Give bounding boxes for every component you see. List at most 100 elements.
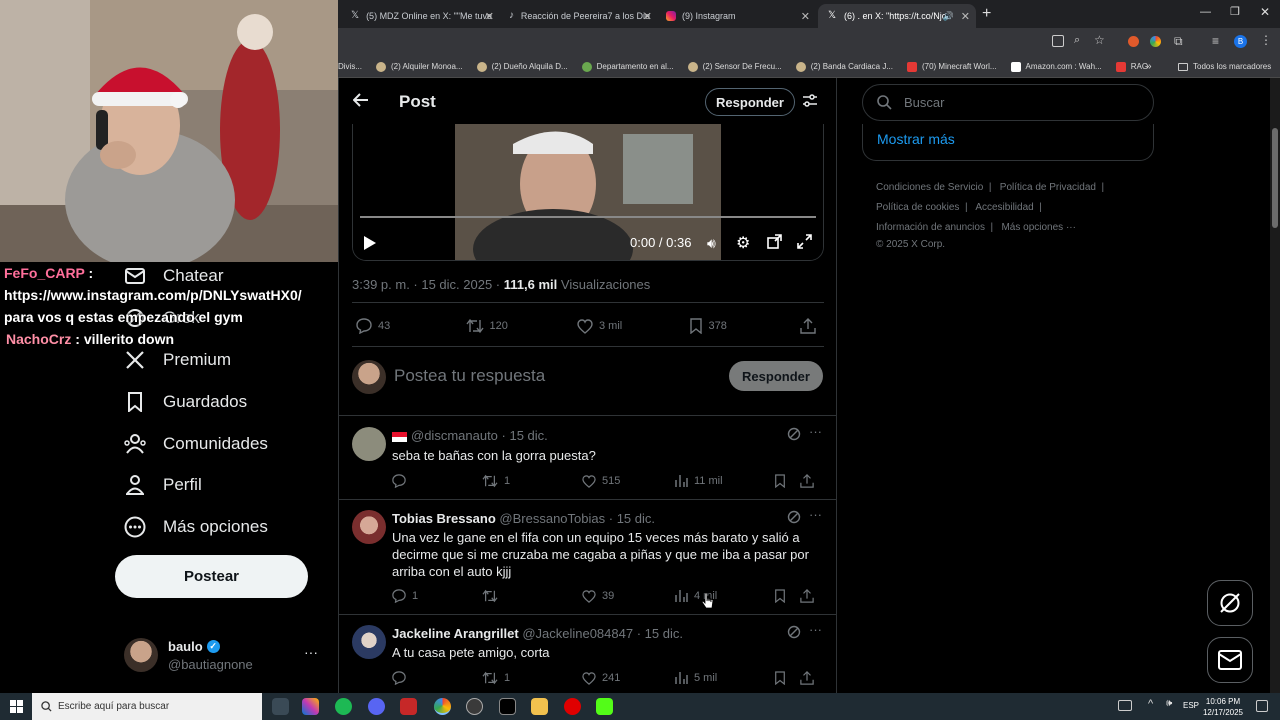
footer-link[interactable]: Política de cookies: [876, 202, 959, 213]
views-action[interactable]: 11 mil: [674, 474, 774, 488]
views-action[interactable]: 5 mil: [674, 671, 774, 685]
fullscreen-icon[interactable]: [797, 234, 812, 249]
share-action[interactable]: [800, 589, 820, 603]
grok-fab[interactable]: [1207, 580, 1253, 626]
cast-icon[interactable]: [1052, 35, 1064, 47]
repost-action[interactable]: [482, 589, 582, 603]
reply-submit-button[interactable]: Responder: [729, 361, 823, 391]
close-icon[interactable]: ✕: [961, 10, 970, 23]
post-button[interactable]: Postear: [115, 555, 308, 598]
repost-action[interactable]: 1: [482, 474, 582, 488]
bookmark-action[interactable]: 378: [689, 318, 801, 334]
messages-fab[interactable]: [1207, 637, 1253, 683]
copilot-icon[interactable]: [302, 698, 319, 715]
bookmark[interactable]: RAG: [1115, 61, 1148, 72]
repost-action[interactable]: 1: [482, 671, 582, 685]
kick-icon[interactable]: [596, 698, 613, 715]
tab-search-icon[interactable]: ≡: [1212, 34, 1219, 48]
nav-item-more[interactable]: Más opciones: [124, 516, 268, 538]
footer-link[interactable]: Más opciones ···: [1001, 222, 1075, 233]
play-icon[interactable]: [363, 235, 377, 251]
chrome-extension-icon[interactable]: [1150, 36, 1161, 47]
footer-link[interactable]: Política de Privacidad: [1000, 182, 1096, 193]
like-action[interactable]: 39: [582, 589, 674, 603]
star-icon[interactable]: ☆: [1094, 33, 1105, 47]
bookmark[interactable]: (2) Dueño Alquila D...: [476, 61, 568, 72]
bookmark[interactable]: Departamento en al...: [581, 61, 674, 72]
clock[interactable]: 10:06 PM 12/17/2025: [1200, 696, 1246, 718]
browser-tab[interactable]: (9) Instagram ✕: [658, 4, 816, 28]
more-dots-icon[interactable]: ···: [809, 622, 822, 637]
search-input[interactable]: Buscar: [904, 95, 944, 110]
reply-tweet[interactable]: Jackeline Arangrillet @Jackeline084847 ·…: [339, 615, 836, 693]
grok-icon[interactable]: [787, 625, 801, 639]
share-action[interactable]: [800, 671, 820, 685]
close-window-button[interactable]: ✕: [1260, 5, 1270, 19]
reply-action[interactable]: 43: [356, 318, 466, 334]
discord-icon[interactable]: [368, 698, 385, 715]
nav-item-profile[interactable]: Perfil: [124, 474, 202, 496]
puzzle-icon[interactable]: ⧉: [1174, 34, 1183, 49]
extension-icon[interactable]: [1128, 36, 1139, 47]
scrollbar-thumb[interactable]: [1272, 128, 1278, 228]
taskbar-search-input[interactable]: Escribe aquí para buscar: [58, 701, 169, 712]
opera-icon[interactable]: [564, 698, 581, 715]
speaker-icon[interactable]: 🔊: [943, 11, 954, 22]
restore-button[interactable]: ❐: [1230, 5, 1240, 18]
bookmark-action[interactable]: [774, 671, 800, 685]
more-bookmarks-icon[interactable]: »: [1146, 61, 1152, 72]
menu-dots-icon[interactable]: ⋮: [1260, 33, 1272, 47]
close-icon[interactable]: ✕: [485, 10, 494, 23]
close-icon[interactable]: ✕: [801, 10, 810, 23]
share-action[interactable]: [800, 474, 820, 488]
reply-header-button[interactable]: Responder: [705, 88, 795, 116]
bookmark[interactable]: Amazon.com : Wah...: [1010, 61, 1102, 72]
bookmark[interactable]: (2) Banda Cardiaca J...: [795, 61, 893, 72]
nav-item-premium[interactable]: Premium: [124, 349, 231, 371]
taskbar-search[interactable]: Escribe aquí para buscar: [32, 693, 262, 720]
volume-icon[interactable]: 🕪: [1166, 698, 1172, 709]
views-action[interactable]: 4 mil: [674, 589, 774, 603]
share-action[interactable]: [800, 318, 822, 334]
more-dots-icon[interactable]: ···: [809, 424, 822, 439]
search-bar[interactable]: Buscar: [862, 84, 1154, 121]
nav-item-bookmarks[interactable]: Guardados: [124, 391, 247, 413]
footer-link[interactable]: Accesibilidad: [975, 202, 1033, 213]
new-tab-button[interactable]: +: [982, 5, 991, 23]
app-icon[interactable]: [400, 698, 417, 715]
bookmark[interactable]: Divis...: [338, 62, 362, 71]
more-dots-icon[interactable]: ···: [809, 507, 822, 522]
obs-icon[interactable]: [466, 698, 483, 715]
bookmark[interactable]: (70) Minecraft Worl...: [906, 61, 997, 72]
account-switcher[interactable]: baulo ✓ @bautiagnone ···: [124, 638, 324, 674]
bookmark[interactable]: (2) Sensor De Frecu...: [687, 61, 782, 72]
url-field[interactable]: [338, 30, 1038, 54]
minimize-button[interactable]: —: [1200, 6, 1211, 18]
all-bookmarks-folder[interactable]: Todos los marcadores: [1178, 62, 1271, 71]
file-explorer-icon[interactable]: [531, 698, 548, 715]
windows-start-icon[interactable]: [10, 700, 23, 713]
reply-tweet[interactable]: @discmanauto · 15 dic. ··· seba te bañas…: [339, 417, 836, 500]
language-indicator[interactable]: ESP: [1183, 701, 1199, 710]
video-player[interactable]: 0:00 / 0:36 🔊︎ ⚙: [352, 124, 824, 261]
nav-item-communities[interactable]: Comunidades: [124, 433, 268, 455]
notifications-icon[interactable]: [1256, 700, 1268, 712]
like-action[interactable]: 241: [582, 671, 674, 685]
page-scrollbar[interactable]: [1270, 78, 1280, 693]
browser-tab-active[interactable]: 𝕏 (6) . en X: "https://t.co/Njo 🔊 ✕: [818, 4, 976, 28]
sliders-icon[interactable]: [803, 94, 817, 108]
back-arrow-icon[interactable]: [353, 92, 369, 108]
video-progress-bar[interactable]: [360, 216, 816, 218]
chrome-icon[interactable]: [434, 698, 451, 715]
browser-tab[interactable]: ♪ Reacción de Peereira7 a los Die ✕: [500, 4, 658, 28]
show-more-link[interactable]: Mostrar más: [877, 131, 955, 147]
grok-icon[interactable]: [787, 510, 801, 524]
bookmark-action[interactable]: [774, 474, 800, 488]
task-view-icon[interactable]: [272, 698, 289, 715]
reply-action[interactable]: 1: [392, 589, 482, 603]
chevron-up-icon[interactable]: ^: [1148, 698, 1153, 710]
browser-tab[interactable]: 𝕏 (5) MDZ Online en X: ""Me tuve ✕: [342, 4, 500, 28]
capcut-icon[interactable]: [499, 698, 516, 715]
like-action[interactable]: 3 mil: [577, 318, 689, 334]
footer-link[interactable]: Información de anuncios: [876, 222, 985, 233]
